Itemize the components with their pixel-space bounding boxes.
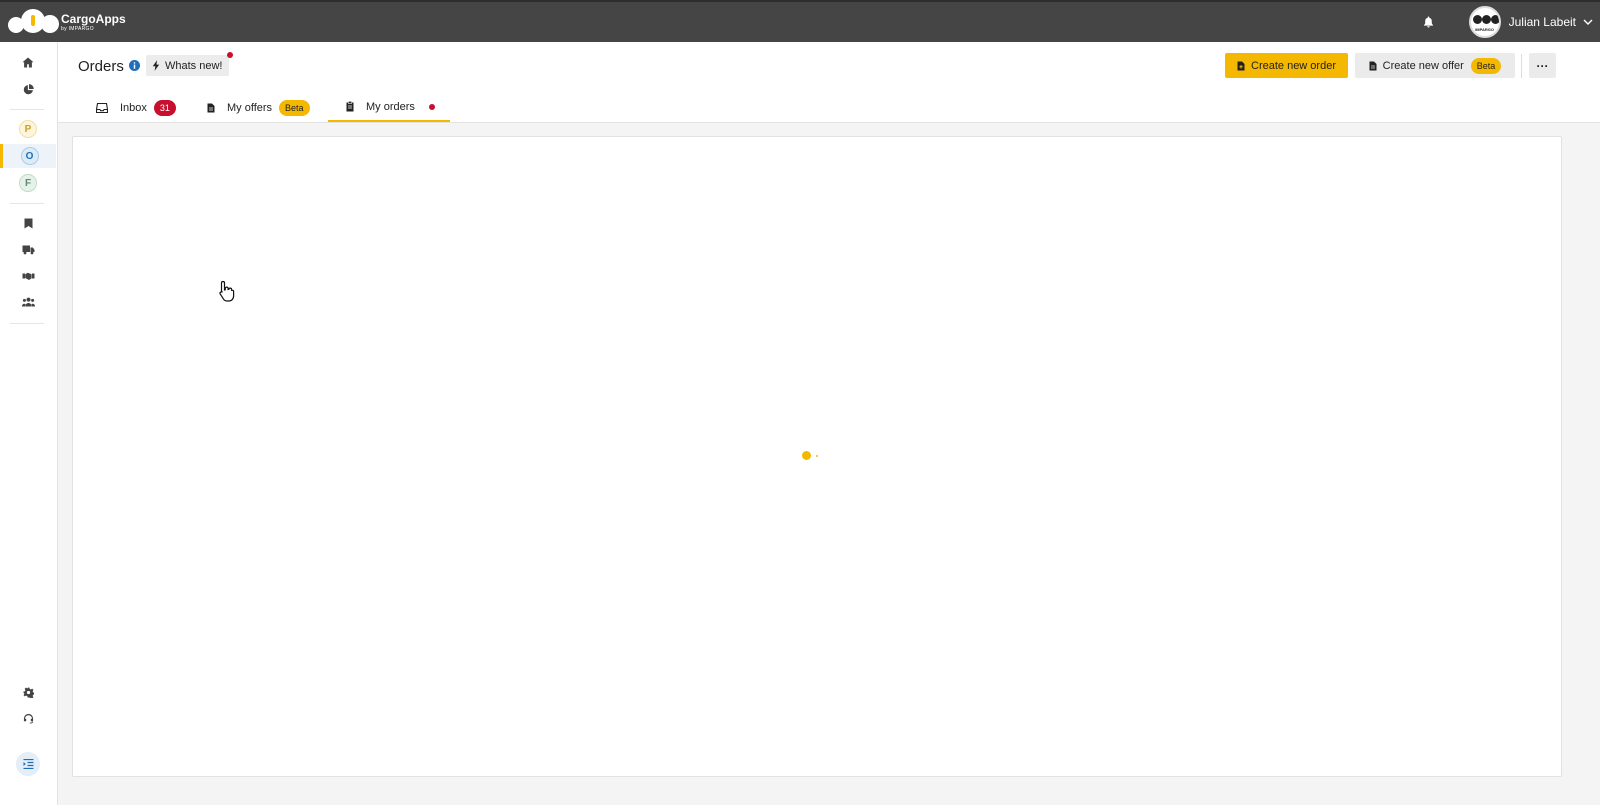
- letter-badge-p: P: [19, 120, 37, 138]
- tab-my-offers[interactable]: My offers Beta: [207, 93, 310, 122]
- user-name: Julian Labeit: [1508, 15, 1576, 29]
- file-icon: [1369, 61, 1377, 70]
- loading-spinner-dot: [802, 451, 811, 460]
- users-icon: [21, 297, 35, 307]
- sidebar-divider: [10, 323, 44, 324]
- whats-new-button[interactable]: Whats new!: [146, 52, 234, 76]
- loading-spinner-dot: [816, 455, 818, 457]
- tab-inbox-label: Inbox: [120, 101, 147, 114]
- letter-badge-f: F: [19, 174, 37, 192]
- hand-pointer-cursor-icon: [219, 280, 235, 302]
- sidebar-item-support[interactable]: [0, 706, 56, 730]
- lightning-icon: [152, 60, 160, 71]
- page-title: Orders: [78, 58, 124, 75]
- top-bar: CargoApps by IMPARGO IMPARGO Julian Labe…: [0, 0, 1600, 42]
- chart-pie-icon: [23, 83, 34, 94]
- beta-badge: Beta: [279, 99, 310, 116]
- orders-content-panel: [72, 136, 1562, 777]
- sidebar-collapse-button[interactable]: [16, 752, 40, 776]
- inbox-icon: [96, 102, 108, 113]
- collapse-sidebar-icon: [23, 759, 33, 769]
- sidebar-item-f[interactable]: F: [0, 171, 56, 195]
- notifications-bell-icon[interactable]: [1421, 14, 1437, 30]
- letter-badge-o: O: [20, 147, 39, 165]
- create-new-order-label: Create new order: [1251, 59, 1336, 72]
- logo-text: CargoApps by IMPARGO: [61, 13, 126, 32]
- gear-icon: [22, 686, 34, 698]
- beta-badge: Beta: [1470, 57, 1502, 74]
- user-menu[interactable]: Julian Labeit: [1509, 15, 1600, 29]
- notification-dot: [227, 52, 234, 58]
- sidebar-item-o[interactable]: O: [0, 144, 56, 168]
- create-new-offer-button[interactable]: Create new offer Beta: [1355, 53, 1515, 78]
- info-icon[interactable]: [129, 60, 140, 71]
- avatar-brand: IMPARGO: [1475, 27, 1495, 32]
- sidebar-item-p[interactable]: P: [0, 117, 56, 141]
- sidebar-item-transport[interactable]: [0, 238, 56, 262]
- file-add-icon: [1237, 61, 1245, 70]
- header-divider: [1521, 54, 1522, 78]
- tab-my-orders-label: My orders: [366, 100, 415, 113]
- sidebar-divider: [10, 109, 44, 110]
- file-icon: [207, 103, 215, 112]
- app-name: CargoApps: [61, 11, 126, 26]
- home-icon: [22, 57, 34, 67]
- sidebar-item-partners[interactable]: [0, 264, 56, 288]
- create-new-order-button[interactable]: Create new order: [1225, 53, 1348, 78]
- more-options-button[interactable]: ···: [1529, 53, 1556, 78]
- user-avatar[interactable]: IMPARGO: [1468, 6, 1501, 38]
- app-logo[interactable]: CargoApps by IMPARGO: [8, 1, 126, 43]
- clipboard-icon: [346, 101, 354, 112]
- sidebar-item-analytics[interactable]: [0, 77, 56, 101]
- sidebar-divider: [10, 203, 44, 204]
- notification-dot: [428, 103, 435, 110]
- ellipsis-icon: ···: [1536, 58, 1549, 73]
- sidebar: P O F: [0, 42, 58, 805]
- logo-mark: [8, 7, 59, 37]
- whats-new-label: Whats new!: [165, 59, 223, 72]
- handshake-icon: [22, 272, 34, 280]
- tab-my-offers-label: My offers: [227, 101, 273, 114]
- tab-inbox[interactable]: Inbox 31: [96, 93, 176, 122]
- bookmark-icon: [24, 218, 32, 228]
- headset-icon: [23, 713, 33, 724]
- app-byline: by IMPARGO: [61, 25, 94, 32]
- page-header: Orders Whats new! Create new order Creat…: [58, 42, 1600, 123]
- chevron-down-icon: [1583, 19, 1593, 25]
- sidebar-item-home[interactable]: [0, 50, 56, 74]
- sidebar-item-settings[interactable]: [0, 680, 56, 704]
- truck-icon: [22, 245, 34, 255]
- tab-my-orders[interactable]: My orders: [328, 93, 450, 122]
- sidebar-item-team[interactable]: [0, 290, 56, 314]
- create-new-offer-label: Create new offer: [1382, 59, 1464, 72]
- sidebar-item-bookmarks[interactable]: [0, 211, 56, 235]
- inbox-count-badge: 31: [153, 99, 176, 116]
- topbar-right: IMPARGO Julian Labeit: [1421, 1, 1600, 43]
